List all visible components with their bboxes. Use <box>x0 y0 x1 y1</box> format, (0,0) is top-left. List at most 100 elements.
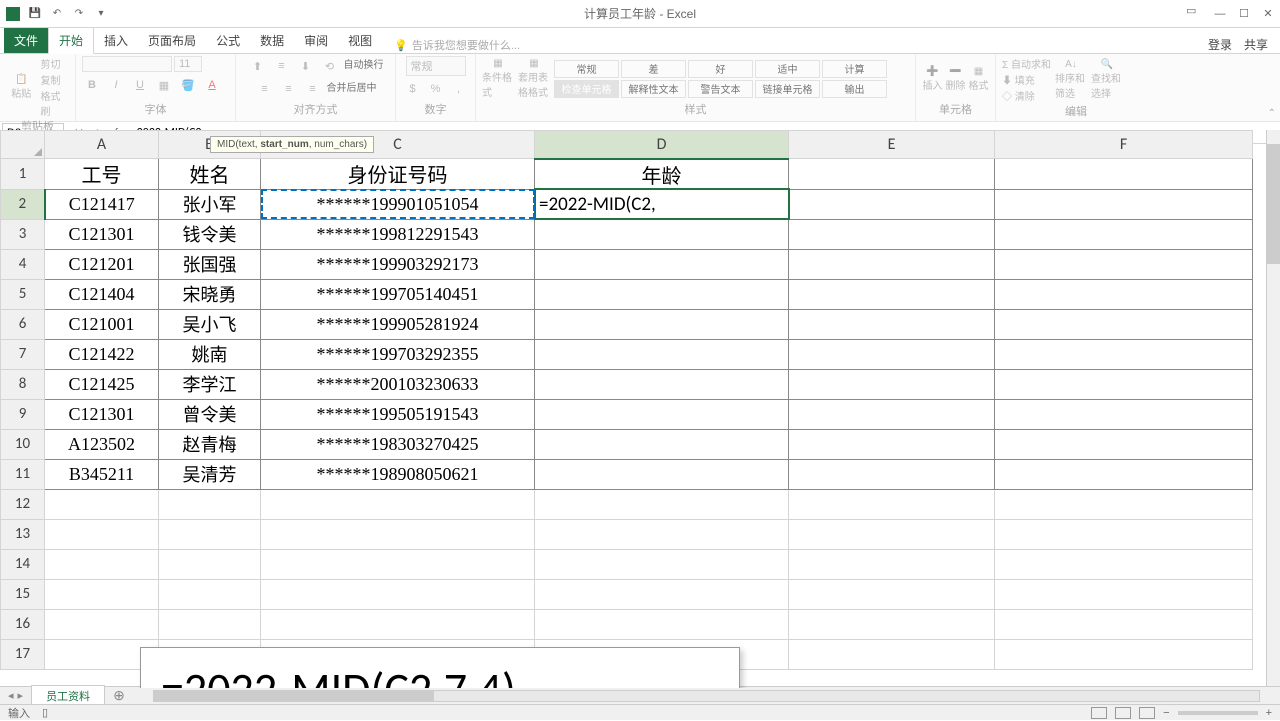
tab-file[interactable]: 文件 <box>4 28 48 53</box>
tab-home[interactable]: 开始 <box>48 27 94 54</box>
merge-button[interactable]: 合并后居中 <box>327 79 377 99</box>
style-bad[interactable]: 差 <box>621 60 686 78</box>
tab-review[interactable]: 审阅 <box>294 28 338 53</box>
cell-A10[interactable]: A123502 <box>45 429 159 459</box>
cell-C15[interactable] <box>261 579 535 609</box>
cell-F13[interactable] <box>995 519 1253 549</box>
cell-C6[interactable]: ******199905281924 <box>261 309 535 339</box>
cell-C4[interactable]: ******199903292173 <box>261 249 535 279</box>
wrap-text-button[interactable]: 自动换行 <box>344 56 384 76</box>
cell-A4[interactable]: C121201 <box>45 249 159 279</box>
cell-C7[interactable]: ******199703292355 <box>261 339 535 369</box>
cell-E2[interactable] <box>789 189 995 219</box>
cell-D16[interactable] <box>535 609 789 639</box>
cell-E10[interactable] <box>789 429 995 459</box>
cell-A2[interactable]: C121417 <box>45 189 159 219</box>
row-header-8[interactable]: 8 <box>1 369 45 399</box>
cell-B2[interactable]: 张小军 <box>159 189 261 219</box>
row-header-9[interactable]: 9 <box>1 399 45 429</box>
cell-C8[interactable]: ******200103230633 <box>261 369 535 399</box>
cell-F15[interactable] <box>995 579 1253 609</box>
cell-C13[interactable] <box>261 519 535 549</box>
cell-A14[interactable] <box>45 549 159 579</box>
row-header-11[interactable]: 11 <box>1 459 45 489</box>
cell-E3[interactable] <box>789 219 995 249</box>
cell-F12[interactable] <box>995 489 1253 519</box>
minimize-button[interactable]: — <box>1208 4 1232 24</box>
ribbon-options-icon[interactable]: ▭ <box>1186 4 1204 22</box>
style-neutral[interactable]: 适中 <box>755 60 820 78</box>
italic-button[interactable]: I <box>106 75 126 95</box>
border-button[interactable]: ▦ <box>154 75 174 95</box>
zoom-in-icon[interactable]: + <box>1266 707 1272 719</box>
row-header-12[interactable]: 12 <box>1 489 45 519</box>
currency-icon[interactable]: $ <box>403 79 423 99</box>
qat-undo-icon[interactable]: ↶ <box>50 7 64 21</box>
tab-nav-next-icon[interactable]: ▸ <box>18 689 24 702</box>
align-center-icon[interactable]: ≡ <box>279 79 299 99</box>
row-header-4[interactable]: 4 <box>1 249 45 279</box>
macro-record-icon[interactable]: ▯ <box>42 706 48 719</box>
cell-F10[interactable] <box>995 429 1253 459</box>
tab-view[interactable]: 视图 <box>338 28 382 53</box>
cell-E14[interactable] <box>789 549 995 579</box>
horizontal-scrollbar[interactable] <box>153 690 1260 702</box>
qat-customize-icon[interactable]: ▾ <box>94 7 108 21</box>
close-button[interactable]: ✕ <box>1256 4 1280 24</box>
cell-B7[interactable]: 姚南 <box>159 339 261 369</box>
cell-B14[interactable] <box>159 549 261 579</box>
cell-F1[interactable] <box>995 159 1253 190</box>
row-header-14[interactable]: 14 <box>1 549 45 579</box>
font-color-button[interactable]: A <box>202 75 222 95</box>
cell-F7[interactable] <box>995 339 1253 369</box>
cell-E6[interactable] <box>789 309 995 339</box>
cell-F4[interactable] <box>995 249 1253 279</box>
cell-D3[interactable] <box>535 219 789 249</box>
worksheet-area[interactable]: ABCDEF1工号姓名身份证号码年龄2C121417张小军******19990… <box>0 130 1280 688</box>
cell-B13[interactable] <box>159 519 261 549</box>
cell-B6[interactable]: 吴小飞 <box>159 309 261 339</box>
align-right-icon[interactable]: ≡ <box>303 79 323 99</box>
cell-C9[interactable]: ******199505191543 <box>261 399 535 429</box>
cell-E8[interactable] <box>789 369 995 399</box>
tab-page-layout[interactable]: 页面布局 <box>138 28 206 53</box>
cell-F6[interactable] <box>995 309 1253 339</box>
table-format-button[interactable]: ▦套用表格格式 <box>518 59 550 99</box>
zoom-out-icon[interactable]: − <box>1163 707 1169 719</box>
style-normal[interactable]: 常规 <box>554 60 619 78</box>
style-link[interactable]: 链接单元格 <box>755 80 820 98</box>
cell-F11[interactable] <box>995 459 1253 489</box>
cell-E13[interactable] <box>789 519 995 549</box>
col-header-D[interactable]: D <box>535 131 789 159</box>
cell-F2[interactable] <box>995 189 1253 219</box>
cell-E7[interactable] <box>789 339 995 369</box>
delete-cells-button[interactable]: ➖删除 <box>945 59 966 99</box>
view-break-icon[interactable] <box>1139 707 1155 719</box>
cell-E15[interactable] <box>789 579 995 609</box>
row-header-16[interactable]: 16 <box>1 609 45 639</box>
find-select-button[interactable]: 🔍查找和选择 <box>1091 60 1123 100</box>
align-left-icon[interactable]: ≡ <box>255 79 275 99</box>
cell-D9[interactable] <box>535 399 789 429</box>
orientation-icon[interactable]: ⟲ <box>320 56 340 76</box>
cell-E12[interactable] <box>789 489 995 519</box>
new-sheet-button[interactable]: ⊕ <box>105 687 133 704</box>
style-good[interactable]: 好 <box>688 60 753 78</box>
cell-B4[interactable]: 张国强 <box>159 249 261 279</box>
qat-redo-icon[interactable]: ↷ <box>72 7 86 21</box>
cell-E17[interactable] <box>789 639 995 669</box>
fill-color-button[interactable]: 🪣 <box>178 75 198 95</box>
tab-insert[interactable]: 插入 <box>94 28 138 53</box>
row-header-13[interactable]: 13 <box>1 519 45 549</box>
cell-B10[interactable]: 赵青梅 <box>159 429 261 459</box>
row-header-2[interactable]: 2 <box>1 189 45 219</box>
scroll-thumb[interactable] <box>1267 144 1280 264</box>
cell-A9[interactable]: C121301 <box>45 399 159 429</box>
row-header-17[interactable]: 17 <box>1 639 45 669</box>
cell-F8[interactable] <box>995 369 1253 399</box>
comma-icon[interactable]: , <box>449 79 469 99</box>
cell-B1[interactable]: 姓名 <box>159 159 261 190</box>
row-header-5[interactable]: 5 <box>1 279 45 309</box>
fill-button[interactable]: ⬇ 填充 <box>1002 72 1051 87</box>
conditional-format-button[interactable]: ▦条件格式 <box>482 59 514 99</box>
